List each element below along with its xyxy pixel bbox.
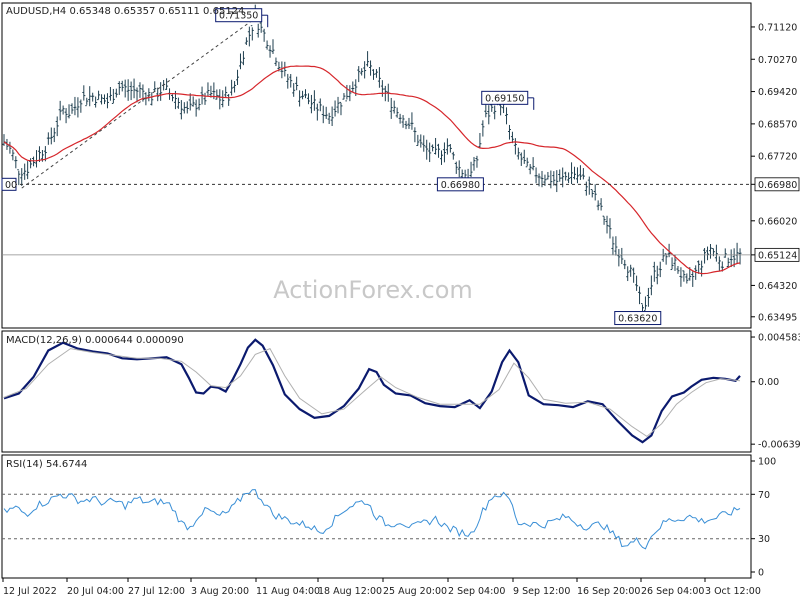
price-y-tick-label: 0.67720 bbox=[758, 152, 797, 163]
price-y-axis: 0.71120 0.70270 0.69420 0.68570 0.67720 0.669… bbox=[751, 22, 800, 323]
left-edge-label: 00 bbox=[5, 180, 17, 191]
price-y-tick-label: 0.68570 bbox=[758, 119, 797, 130]
macd-y-tick-label: 0.004583 bbox=[758, 333, 800, 344]
price-y-tick-label: 0.65124 bbox=[758, 250, 797, 261]
rsi-y-tick-label: 70 bbox=[758, 490, 770, 501]
signal-line bbox=[3, 347, 741, 438]
x-tick-label: 2 Sep 04:00 bbox=[448, 586, 505, 597]
macd-y-axis: 0.004583 0.00 -0.006397 bbox=[751, 333, 800, 451]
price-bars bbox=[2, 4, 742, 312]
rsi-y-tick-label: 0 bbox=[758, 568, 764, 579]
rsi-panel-title: RSI(14) 54.6744 bbox=[6, 459, 87, 470]
rsi-y-tick-label: 30 bbox=[758, 534, 770, 545]
x-tick-label: 18 Aug 12:00 bbox=[318, 586, 382, 597]
rsi-line bbox=[3, 489, 741, 550]
macd-lines bbox=[3, 338, 741, 444]
price-y-tick-label: 0.64320 bbox=[758, 281, 797, 292]
x-tick-label: 26 Sep 04:00 bbox=[641, 586, 704, 597]
annotation-label: 0.66980 bbox=[441, 180, 480, 191]
moving-average-line bbox=[3, 65, 741, 275]
rsi-lines bbox=[2, 489, 751, 550]
x-tick-label: 11 Aug 04:00 bbox=[256, 586, 320, 597]
moving-average-path bbox=[3, 65, 741, 275]
watermark: ActionForex.com bbox=[273, 276, 473, 304]
forex-chart: ActionForex.com 0.713500.691500.669800.6… bbox=[1, 2, 800, 597]
x-tick-label: 25 Aug 20:00 bbox=[383, 586, 447, 597]
rsi-panel-frame bbox=[1, 454, 752, 579]
macd-panel-title: MACD(12,26,9) 0.000644 0.000090 bbox=[6, 335, 184, 346]
x-tick-label: 3 Oct 12:00 bbox=[705, 586, 761, 597]
rsi-y-axis: 100 70 30 0 bbox=[751, 457, 776, 579]
price-y-tick-label: 0.71120 bbox=[758, 22, 797, 33]
x-tick-label: 20 Jul 04:00 bbox=[67, 586, 124, 597]
price-y-tick-label: 0.70270 bbox=[758, 55, 797, 66]
macd-panel-frame bbox=[1, 330, 752, 453]
x-axis: 12 Jul 2022 20 Jul 04:00 27 Jul 12:00 3 Aug… bbox=[2, 578, 761, 597]
x-tick-label: 9 Sep 12:00 bbox=[513, 586, 570, 597]
price-y-tick-label: 0.66020 bbox=[758, 216, 797, 227]
rsi-y-tick-label: 100 bbox=[758, 457, 776, 468]
x-tick-label: 27 Jul 12:00 bbox=[128, 586, 185, 597]
x-tick-label: 3 Aug 20:00 bbox=[191, 586, 249, 597]
x-tick-label: 12 Jul 2022 bbox=[3, 586, 57, 597]
price-y-tick-label: 0.63495 bbox=[758, 312, 797, 323]
macd-y-tick-label: -0.006397 bbox=[758, 440, 800, 451]
price-panel-title: AUDUSD,H4 0.65348 0.65357 0.65111 0.6512… bbox=[6, 6, 244, 17]
price-y-tick-label: 0.66980 bbox=[758, 180, 797, 191]
price-y-tick-label: 0.69420 bbox=[758, 87, 797, 98]
annotation-label: 0.63620 bbox=[618, 314, 657, 325]
x-tick-label: 16 Sep 20:00 bbox=[577, 586, 640, 597]
annotation-label: 0.69150 bbox=[485, 93, 524, 104]
macd-y-tick-label: 0.00 bbox=[758, 377, 779, 388]
